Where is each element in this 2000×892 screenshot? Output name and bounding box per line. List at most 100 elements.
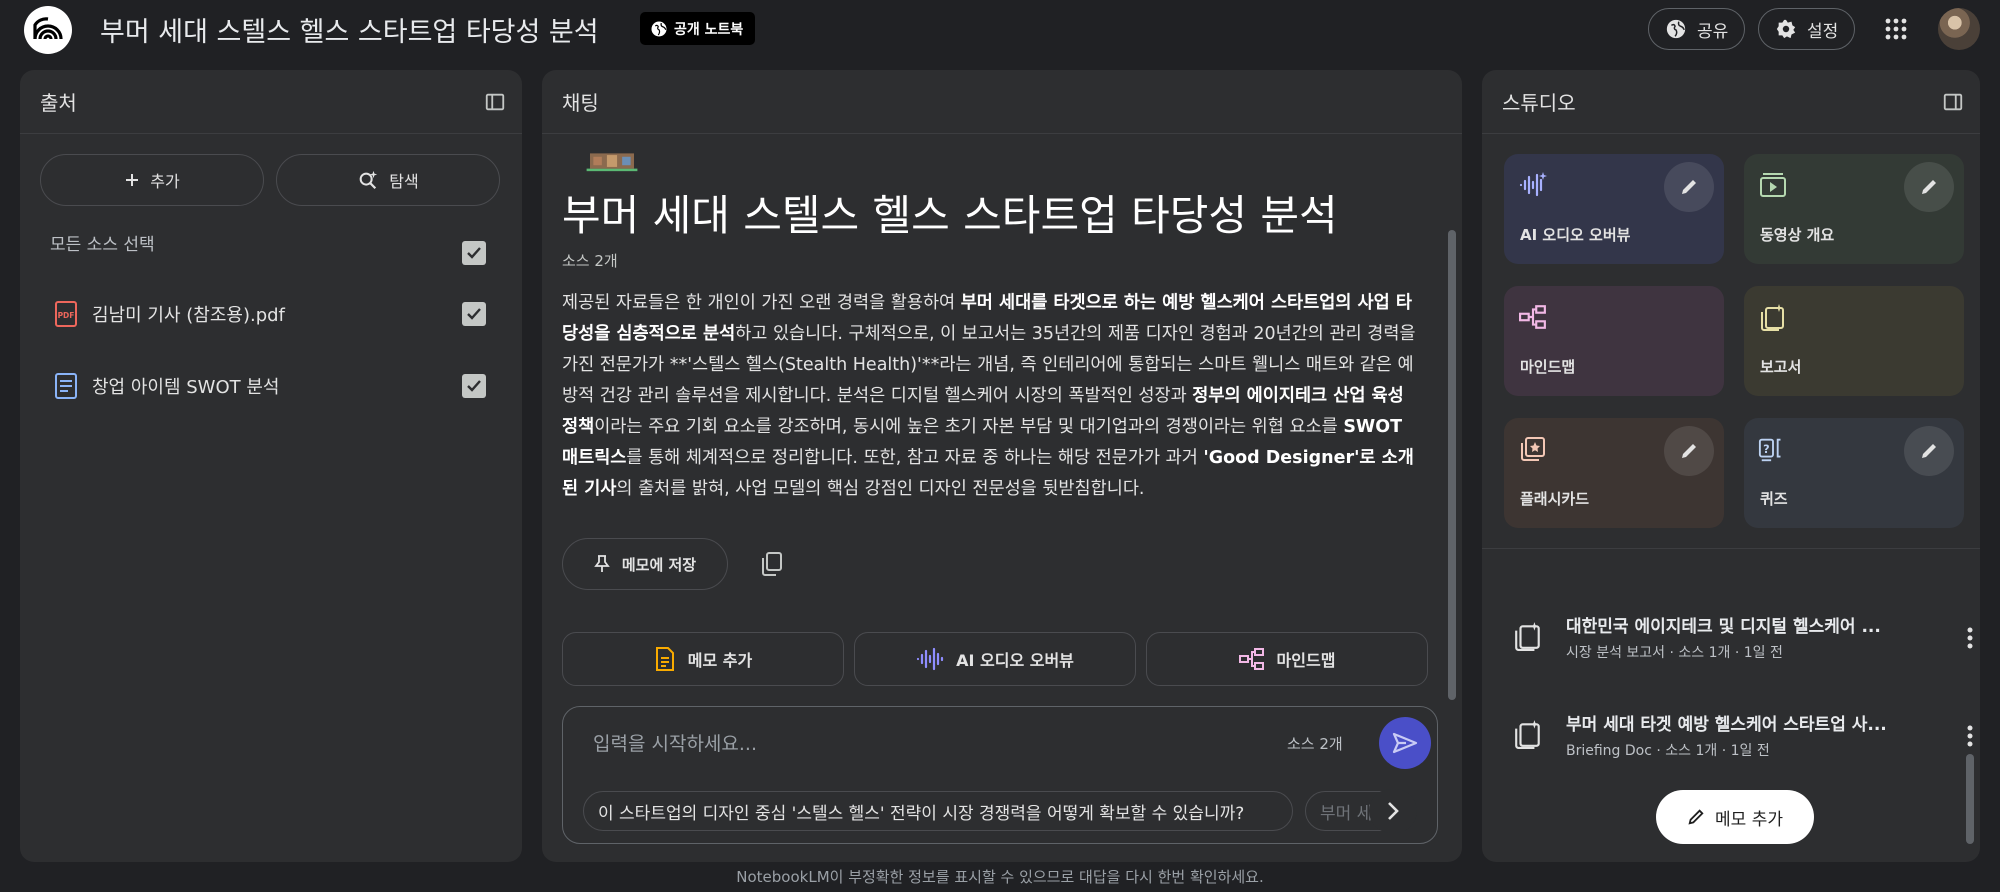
tile-label: 퀴즈 bbox=[1760, 490, 1788, 508]
notebook-summary: 제공된 자료들은 한 개인이 가진 오랜 경력을 활용하여 부머 세대를 타겟으… bbox=[562, 288, 1422, 505]
chat-scrollbar[interactable] bbox=[1448, 230, 1456, 700]
collapse-panel-icon[interactable] bbox=[482, 89, 508, 115]
sources-title: 출처 bbox=[40, 91, 77, 115]
send-button[interactable] bbox=[1379, 717, 1431, 769]
source-item[interactable]: PDF 김남미 기사 (참조용).pdf bbox=[54, 298, 285, 330]
pencil-icon bbox=[1922, 180, 1936, 194]
source-item[interactable]: 창업 아이템 SWOT 분석 bbox=[54, 370, 279, 402]
quiz-tile[interactable]: ? 퀴즈 bbox=[1744, 418, 1964, 528]
summary-text: 를 통해 체계적으로 정리합니다. 또한, 참고 자료 중 하나는 해당 전문가… bbox=[626, 448, 1204, 468]
send-icon bbox=[1392, 732, 1418, 754]
mindmap-icon bbox=[1238, 648, 1264, 670]
source-checkbox[interactable] bbox=[462, 302, 486, 326]
chat-input[interactable]: 입력을 시작하세요... bbox=[593, 729, 757, 756]
studio-panel: 스튜디오 AI 오디오 오버뷰 동영상 개요 마인드맵 보고서 플래시카드 ? … bbox=[1482, 70, 1980, 862]
globe-icon bbox=[1666, 19, 1686, 39]
report-tile[interactable]: 보고서 bbox=[1744, 286, 1964, 396]
tile-label: 플래시카드 bbox=[1520, 490, 1590, 508]
note-subtitle: 시장 분석 보고서 · 소스 1개 · 1일 전 bbox=[1566, 645, 1783, 661]
add-source-label: 추가 bbox=[150, 172, 180, 191]
pin-icon bbox=[594, 555, 610, 572]
plus-icon bbox=[126, 174, 139, 186]
add-memo-quick-button[interactable]: 메모 추가 bbox=[562, 632, 844, 686]
audio-overview-quick-button[interactable]: AI 오디오 오버뷰 bbox=[854, 632, 1136, 686]
chat-panel: 채팅 부머 세대 스텔스 헬스 스타트업 타당성 분석 소스 2개 제공된 자료… bbox=[542, 70, 1462, 862]
select-all-checkbox[interactable] bbox=[462, 241, 486, 265]
disclaimer-text: NotebookLM이 부정확한 정보를 표시할 수 있으므로 대답을 다시 한… bbox=[736, 868, 1264, 886]
video-icon bbox=[1758, 170, 1788, 200]
suggested-question-text: 이 스타트업의 디자인 중심 '스텔스 헬스' 전략이 시장 경쟁력을 어떻게 … bbox=[598, 803, 1245, 824]
flashcard-tile[interactable]: 플래시카드 bbox=[1504, 418, 1724, 528]
settings-label: 설정 bbox=[1807, 21, 1839, 42]
tile-label: AI 오디오 오버뷰 bbox=[1520, 226, 1631, 244]
sources-header: 출처 bbox=[20, 70, 522, 134]
studio-header: 스튜디오 bbox=[1482, 70, 1980, 134]
divider bbox=[1482, 548, 1980, 549]
avatar[interactable] bbox=[1938, 8, 1980, 50]
note-list-item[interactable]: 대한민국 에이지테크 및 디지털 헬스케어 ... 시장 분석 보고서 · 소스… bbox=[1502, 608, 1980, 668]
chevron-right-icon bbox=[1388, 802, 1399, 820]
note-title: 부머 세대 타겟 예방 헬스케어 스타트업 사... bbox=[1566, 715, 1887, 735]
studio-scrollbar[interactable] bbox=[1966, 754, 1974, 844]
document-icon bbox=[55, 373, 77, 399]
save-to-memo-label: 메모에 저장 bbox=[621, 555, 697, 574]
pencil-icon bbox=[1922, 444, 1936, 458]
audio-overview-tile[interactable]: AI 오디오 오버뷰 bbox=[1504, 154, 1724, 264]
note-title: 대한민국 에이지테크 및 디지털 헬스케어 ... bbox=[1566, 617, 1881, 637]
apps-grid-icon[interactable] bbox=[1880, 13, 1912, 45]
collapse-panel-icon[interactable] bbox=[1940, 89, 1966, 115]
svg-text:PDF: PDF bbox=[58, 311, 75, 320]
audio-wave-icon bbox=[1518, 170, 1548, 200]
flashcard-icon bbox=[1518, 434, 1548, 464]
chat-input-box[interactable]: 입력을 시작하세요... 소스 2개 이 스타트업의 디자인 중심 '스텔스 헬… bbox=[562, 706, 1438, 844]
mindmap-tile[interactable]: 마인드맵 bbox=[1504, 286, 1724, 396]
next-suggestion-button[interactable] bbox=[1369, 789, 1417, 833]
notebook-title[interactable]: 부머 세대 스텔스 헬스 스타트업 타당성 분석 bbox=[100, 10, 599, 49]
notebook-emoji-icon bbox=[586, 153, 638, 172]
explore-source-label: 탐색 bbox=[389, 172, 419, 191]
chat-header: 채팅 bbox=[542, 70, 1462, 134]
mindmap-quick-button[interactable]: 마인드맵 bbox=[1146, 632, 1428, 686]
note-icon bbox=[655, 647, 674, 671]
more-vert-icon[interactable] bbox=[1956, 622, 1980, 654]
mindmap-icon bbox=[1518, 302, 1548, 332]
note-list-item[interactable]: 부머 세대 타겟 예방 헬스케어 스타트업 사... Briefing Doc … bbox=[1502, 706, 1980, 766]
summary-text: 의 출처를 밝혀, 사업 모델의 핵심 강점인 디자인 전문성을 뒷받침합니다. bbox=[616, 479, 1145, 499]
quiz-icon: ? bbox=[1758, 434, 1788, 464]
add-source-button[interactable]: 추가 bbox=[40, 154, 264, 206]
edit-button[interactable] bbox=[1904, 426, 1954, 476]
check-icon bbox=[467, 247, 481, 259]
public-notebook-badge: 공개 노트북 bbox=[640, 12, 756, 45]
top-bar: 부머 세대 스텔스 헬스 스타트업 타당성 분석 공개 노트북 공유 설정 bbox=[0, 0, 2000, 56]
add-note-button[interactable]: 메모 추가 bbox=[1656, 790, 1814, 844]
pdf-icon: PDF bbox=[55, 301, 77, 327]
search-sparkle-icon bbox=[359, 170, 378, 190]
report-icon bbox=[1512, 718, 1544, 750]
audio-overview-quick-label: AI 오디오 오버뷰 bbox=[956, 651, 1074, 670]
suggested-question-chip[interactable]: 이 스타트업의 디자인 중심 '스텔스 헬스' 전략이 시장 경쟁력을 어떻게 … bbox=[583, 791, 1293, 831]
note-subtitle: Briefing Doc · 소스 1개 · 1일 전 bbox=[1566, 743, 1770, 759]
pencil-icon bbox=[1682, 444, 1696, 458]
settings-button[interactable]: 설정 bbox=[1758, 8, 1856, 50]
tile-label: 동영상 개요 bbox=[1760, 226, 1835, 244]
explore-source-button[interactable]: 탐색 bbox=[276, 154, 500, 206]
globe-icon bbox=[651, 21, 667, 36]
edit-button[interactable] bbox=[1904, 162, 1954, 212]
video-overview-tile[interactable]: 동영상 개요 bbox=[1744, 154, 1964, 264]
sources-panel: 출처 추가 탐색 모든 소스 선택 PDF 김남미 기사 (참조용).pdf 창… bbox=[20, 70, 522, 862]
source-count-label: 소스 2개 bbox=[562, 252, 618, 270]
save-to-memo-button[interactable]: 메모에 저장 bbox=[562, 538, 728, 590]
share-label: 공유 bbox=[1697, 21, 1729, 42]
more-vert-icon[interactable] bbox=[1956, 720, 1980, 752]
tile-label: 마인드맵 bbox=[1520, 358, 1576, 376]
copy-icon[interactable] bbox=[756, 548, 788, 580]
source-name: 창업 아이템 SWOT 분석 bbox=[92, 377, 280, 398]
gear-icon bbox=[1776, 19, 1796, 39]
share-button[interactable]: 공유 bbox=[1648, 8, 1746, 50]
edit-button[interactable] bbox=[1664, 426, 1714, 476]
edit-button[interactable] bbox=[1664, 162, 1714, 212]
notebooklm-logo-icon[interactable] bbox=[24, 6, 72, 54]
public-notebook-label: 공개 노트북 bbox=[674, 21, 744, 38]
source-checkbox[interactable] bbox=[462, 374, 486, 398]
pencil-icon bbox=[1688, 809, 1704, 825]
